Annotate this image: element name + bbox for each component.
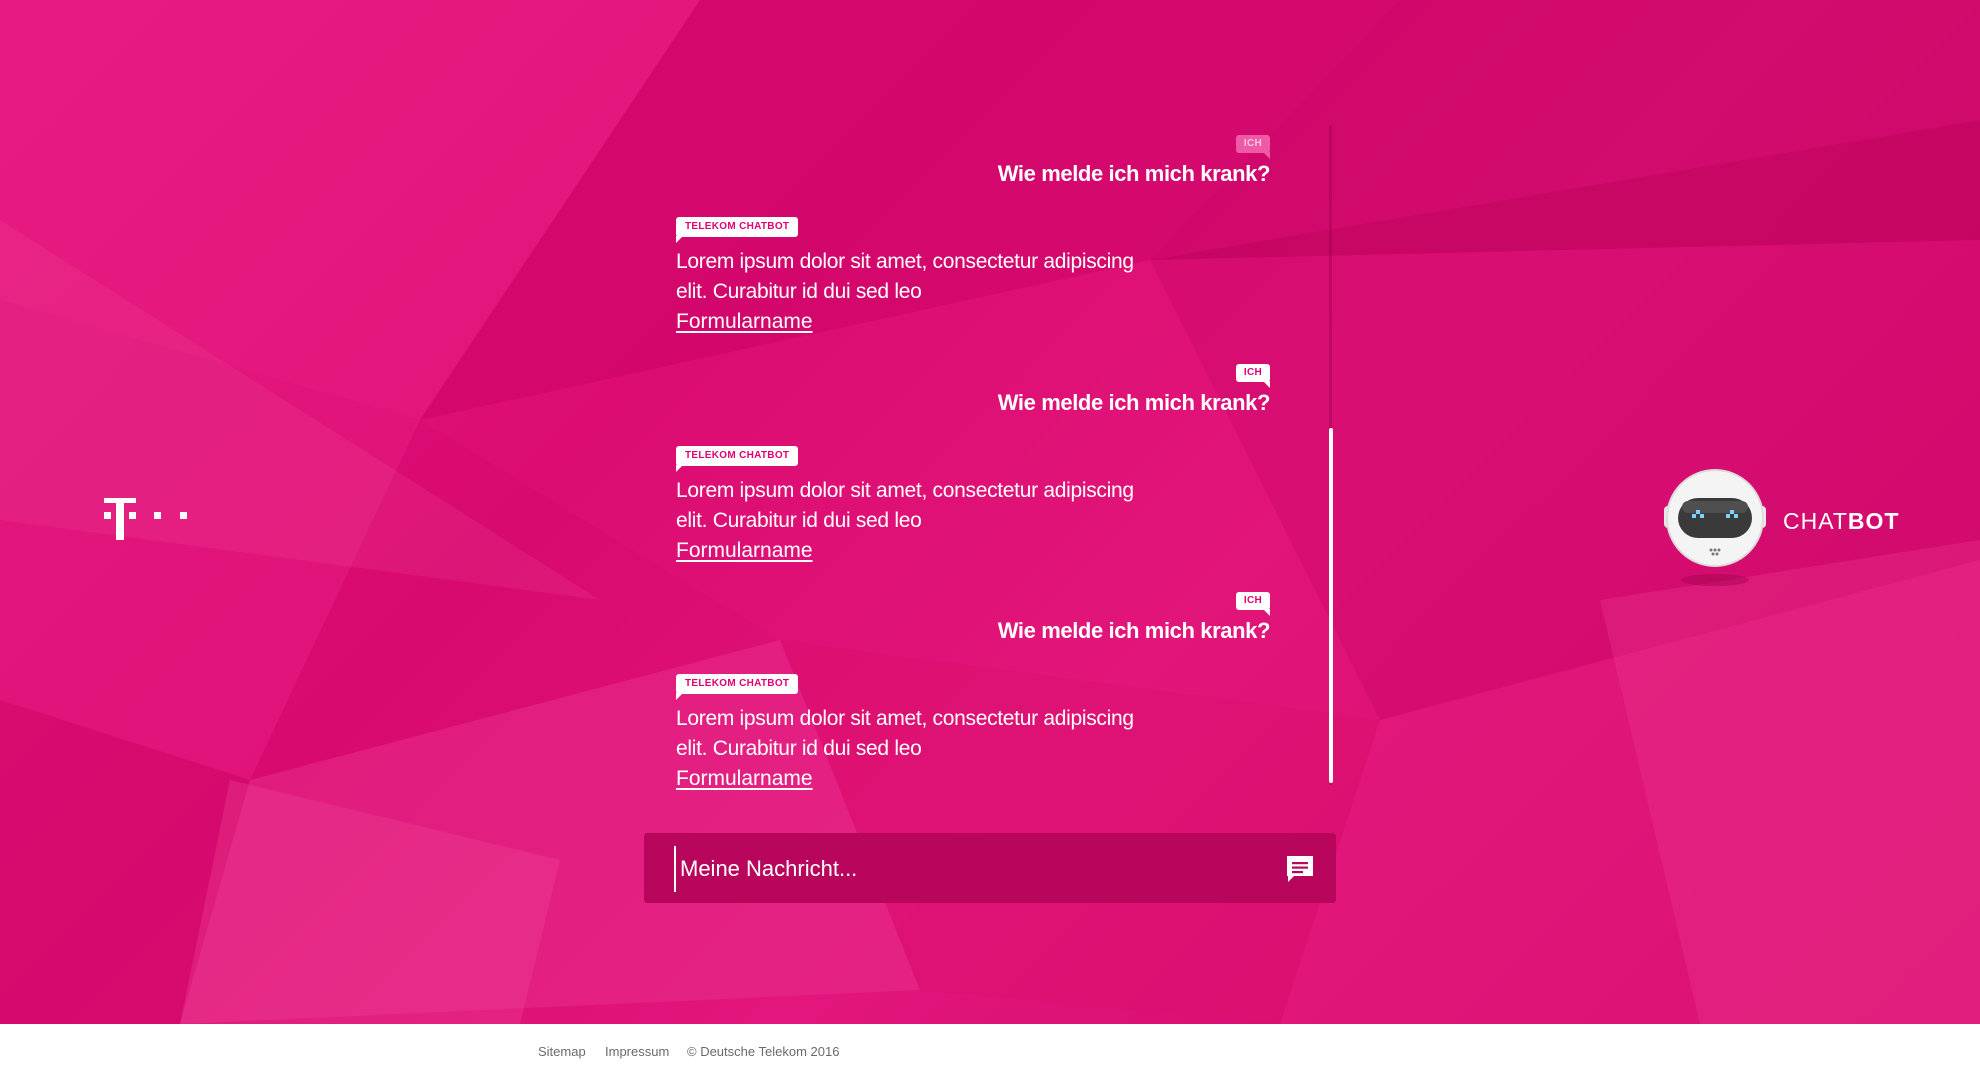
footer-link-impressum[interactable]: Impressum [605,1044,669,1059]
chatbot-brand-label: CHATBOT [1783,508,1899,535]
bot-message-text: Lorem ipsum dolor sit amet, consectetur … [676,250,1134,303]
user-tag: ICH [1235,364,1271,388]
bot-message: TELEKOM CHATBOT Lorem ipsum dolor sit am… [676,216,1196,337]
bot-message-text: Lorem ipsum dolor sit amet, consectetur … [676,479,1134,532]
bot-message-text: Lorem ipsum dolor sit amet, consectetur … [676,707,1134,760]
user-message: ICH Wie melde ich mich krank? [998,133,1270,187]
footer-copyright: © Deutsche Telekom 2016 [687,1044,840,1059]
form-link[interactable]: Formularname [676,536,813,566]
chat-scrollbar-thumb[interactable] [1329,428,1333,783]
bot-tag: TELEKOM CHATBOT [676,674,799,700]
user-tag: ICH [1235,592,1271,616]
user-tag: ICH [1235,135,1271,159]
user-message-text: Wie melde ich mich krank? [997,618,1271,643]
form-link[interactable]: Formularname [676,764,813,794]
footer: Sitemap Impressum © Deutsche Telekom 201… [0,1024,1980,1080]
bot-message: TELEKOM CHATBOT Lorem ipsum dolor sit am… [676,445,1196,566]
user-message: ICH Wie melde ich mich krank? [998,590,1270,644]
user-message-text: Wie melde ich mich krank? [997,390,1271,415]
user-message: ICH Wie melde ich mich krank? [998,362,1270,416]
chatbot-label-bold: BOT [1847,508,1900,534]
bot-tag: TELEKOM CHATBOT [676,217,799,243]
hero-background: ICH Wie melde ich mich krank? TELEKOM CH… [0,0,1980,1024]
bot-message: TELEKOM CHATBOT Lorem ipsum dolor sit am… [676,673,1196,794]
chatbot-avatar-icon[interactable] [1660,466,1770,590]
footer-link-sitemap[interactable]: Sitemap [538,1044,586,1059]
chat-bubble-icon[interactable] [1284,853,1316,885]
user-message-text: Wie melde ich mich krank? [997,161,1271,186]
chat-history: ICH Wie melde ich mich krank? TELEKOM CH… [676,128,1270,790]
bot-tag: TELEKOM CHATBOT [676,446,799,472]
message-input-bar [644,833,1336,903]
telekom-logo-icon [104,498,187,540]
message-input[interactable] [674,846,1262,892]
chatbot-label-light: CHAT [1783,508,1848,534]
form-link[interactable]: Formularname [676,307,813,337]
